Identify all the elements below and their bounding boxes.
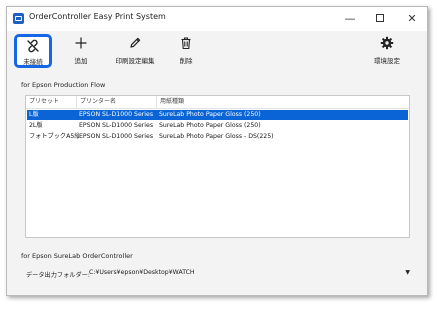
trash-icon [178, 35, 194, 51]
maximize-button[interactable] [365, 7, 395, 29]
env-label: 環境設定 [374, 57, 400, 65]
pencil-icon [127, 35, 143, 51]
maximize-icon [376, 14, 384, 22]
preset-cell: 2L版 [29, 122, 43, 129]
disconnect-label: 未接続 [23, 58, 43, 66]
output-folder-dropdown[interactable]: C:¥Users¥epson¥Desktop¥WATCH ▼ [89, 266, 412, 280]
output-folder-label: データ出力フォルダー: [26, 272, 90, 279]
add-label: 追加 [74, 57, 88, 65]
printer-cell: EPSON SL-D1000 Series [79, 133, 154, 140]
plus-icon [73, 35, 89, 51]
preset-row[interactable]: フォトブックA5縦 EPSON SL-D1000 Series SureLab … [27, 132, 408, 142]
delete-label: 削除 [179, 57, 193, 65]
app-icon [13, 13, 24, 24]
production-flow-group-label: for Epson Production Flow [21, 81, 106, 89]
close-button[interactable]: ✕ [397, 7, 427, 29]
gear-icon [379, 35, 395, 51]
list-header: プリセット プリンター名 用紙種類 [26, 96, 409, 109]
preset-cell: L版 [29, 111, 39, 118]
preset-row[interactable]: L版 EPSON SL-D1000 Series SureLab Photo P… [27, 110, 408, 120]
paper-cell: SureLab Photo Paper Gloss (250) [159, 122, 261, 129]
app-window: OrderController Easy Print System — ✕ 未接… [6, 6, 428, 296]
toolbar: 未接続 追加 印刷設定編集 削除 環境設定 [7, 31, 427, 73]
paper-cell: SureLab Photo Paper Gloss - DS(225) [159, 133, 274, 140]
preset-list[interactable]: プリセット プリンター名 用紙種類 L版 EPSON SL-D1000 Seri… [25, 95, 410, 238]
column-header-paper[interactable]: 用紙種類 [157, 96, 409, 108]
printer-cell: EPSON SL-D1000 Series [79, 111, 154, 118]
column-header-preset[interactable]: プリセット [26, 96, 77, 108]
unlink-icon [25, 39, 41, 53]
output-folder-value: C:¥Users¥epson¥Desktop¥WATCH [89, 269, 195, 276]
window-title: OrderController Easy Print System [29, 12, 166, 21]
preset-cell: フォトブックA5縦 [29, 133, 79, 140]
edit-print-settings-button[interactable]: 印刷設定編集 [111, 35, 159, 69]
preset-row[interactable]: 2L版 EPSON SL-D1000 Series SureLab Photo … [27, 121, 408, 131]
column-header-printer[interactable]: プリンター名 [77, 96, 157, 108]
order-controller-group-label: for Epson SureLab OrderController [21, 252, 133, 260]
title-bar: OrderController Easy Print System — ✕ [7, 7, 427, 31]
delete-button[interactable]: 削除 [172, 35, 200, 69]
paper-cell: SureLab Photo Paper Gloss (250) [159, 111, 261, 118]
edit-label: 印刷設定編集 [115, 57, 155, 65]
printer-cell: EPSON SL-D1000 Series [79, 122, 154, 129]
add-button[interactable]: 追加 [67, 35, 95, 69]
disconnect-button[interactable]: 未接続 [14, 34, 52, 68]
dropdown-arrow-icon: ▼ [405, 269, 410, 276]
minimize-button[interactable]: — [335, 7, 365, 29]
environment-settings-button[interactable]: 環境設定 [366, 35, 408, 69]
